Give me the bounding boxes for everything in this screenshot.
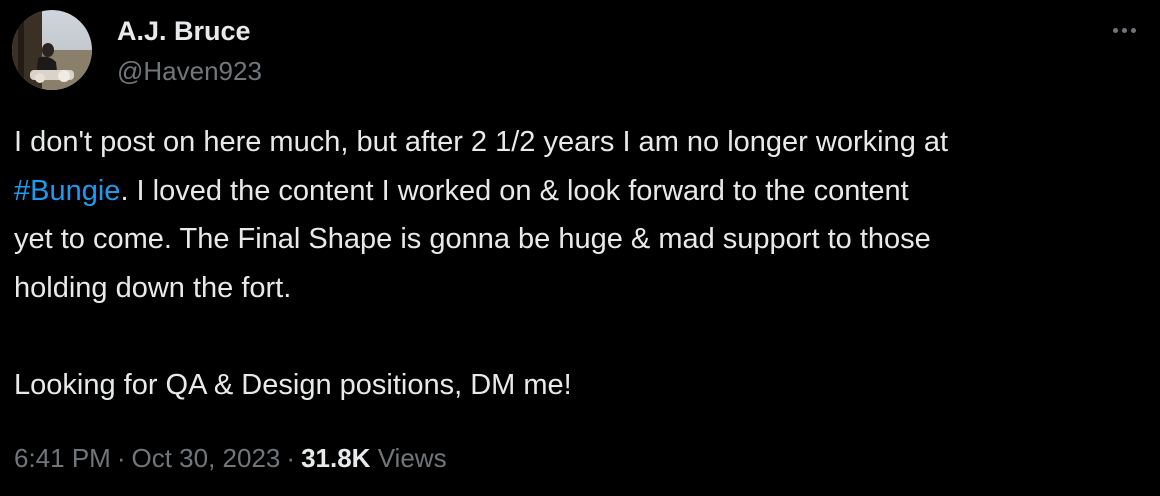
tweet-meta: 6:41 PM · Oct 30, 2023 · 31.8K Views bbox=[14, 441, 447, 475]
tweet-line-1: I don't post on here much, but after 2 1… bbox=[14, 126, 949, 158]
avatar[interactable] bbox=[12, 10, 92, 90]
tweet-line-2: #Bungie. I loved the content I worked on… bbox=[14, 167, 1144, 216]
hashtag-link[interactable]: #Bungie bbox=[14, 175, 120, 207]
tweet-line-4: holding down the fort. bbox=[14, 271, 292, 304]
views-label: Views bbox=[377, 443, 447, 473]
tweet-line-2-text: . I loved the content I worked on & look… bbox=[120, 174, 909, 207]
views-count: 31.8K bbox=[301, 443, 371, 473]
tweet-text: I don't post on here much, but after 2 1… bbox=[14, 118, 1144, 409]
tweet-line-3: yet to come. The Final Shape is gonna be… bbox=[14, 223, 931, 255]
more-options-button[interactable] bbox=[1106, 18, 1142, 42]
more-horizontal-icon bbox=[1112, 27, 1118, 33]
avatar-image bbox=[12, 10, 92, 90]
author-display-name[interactable]: A.J. Bruce bbox=[117, 14, 251, 48]
tweet-date: Oct 30, 2023 bbox=[131, 443, 281, 473]
timestamp-link[interactable]: 6:41 PM · Oct 30, 2023 bbox=[14, 443, 280, 473]
tweet-line-5: Looking for QA & Design positions, DM me… bbox=[14, 368, 572, 401]
tweet-time: 6:41 PM bbox=[14, 443, 111, 473]
more-horizontal-icon-dot-2 bbox=[1121, 27, 1127, 33]
author-handle[interactable]: @Haven923 bbox=[117, 55, 262, 87]
more-horizontal-icon-dot-3 bbox=[1130, 27, 1136, 33]
meta-separator: · bbox=[116, 443, 126, 473]
meta-separator-2: · bbox=[286, 443, 296, 473]
tweet-card: A.J. Bruce @Haven923 I don't post on her… bbox=[0, 0, 1160, 496]
